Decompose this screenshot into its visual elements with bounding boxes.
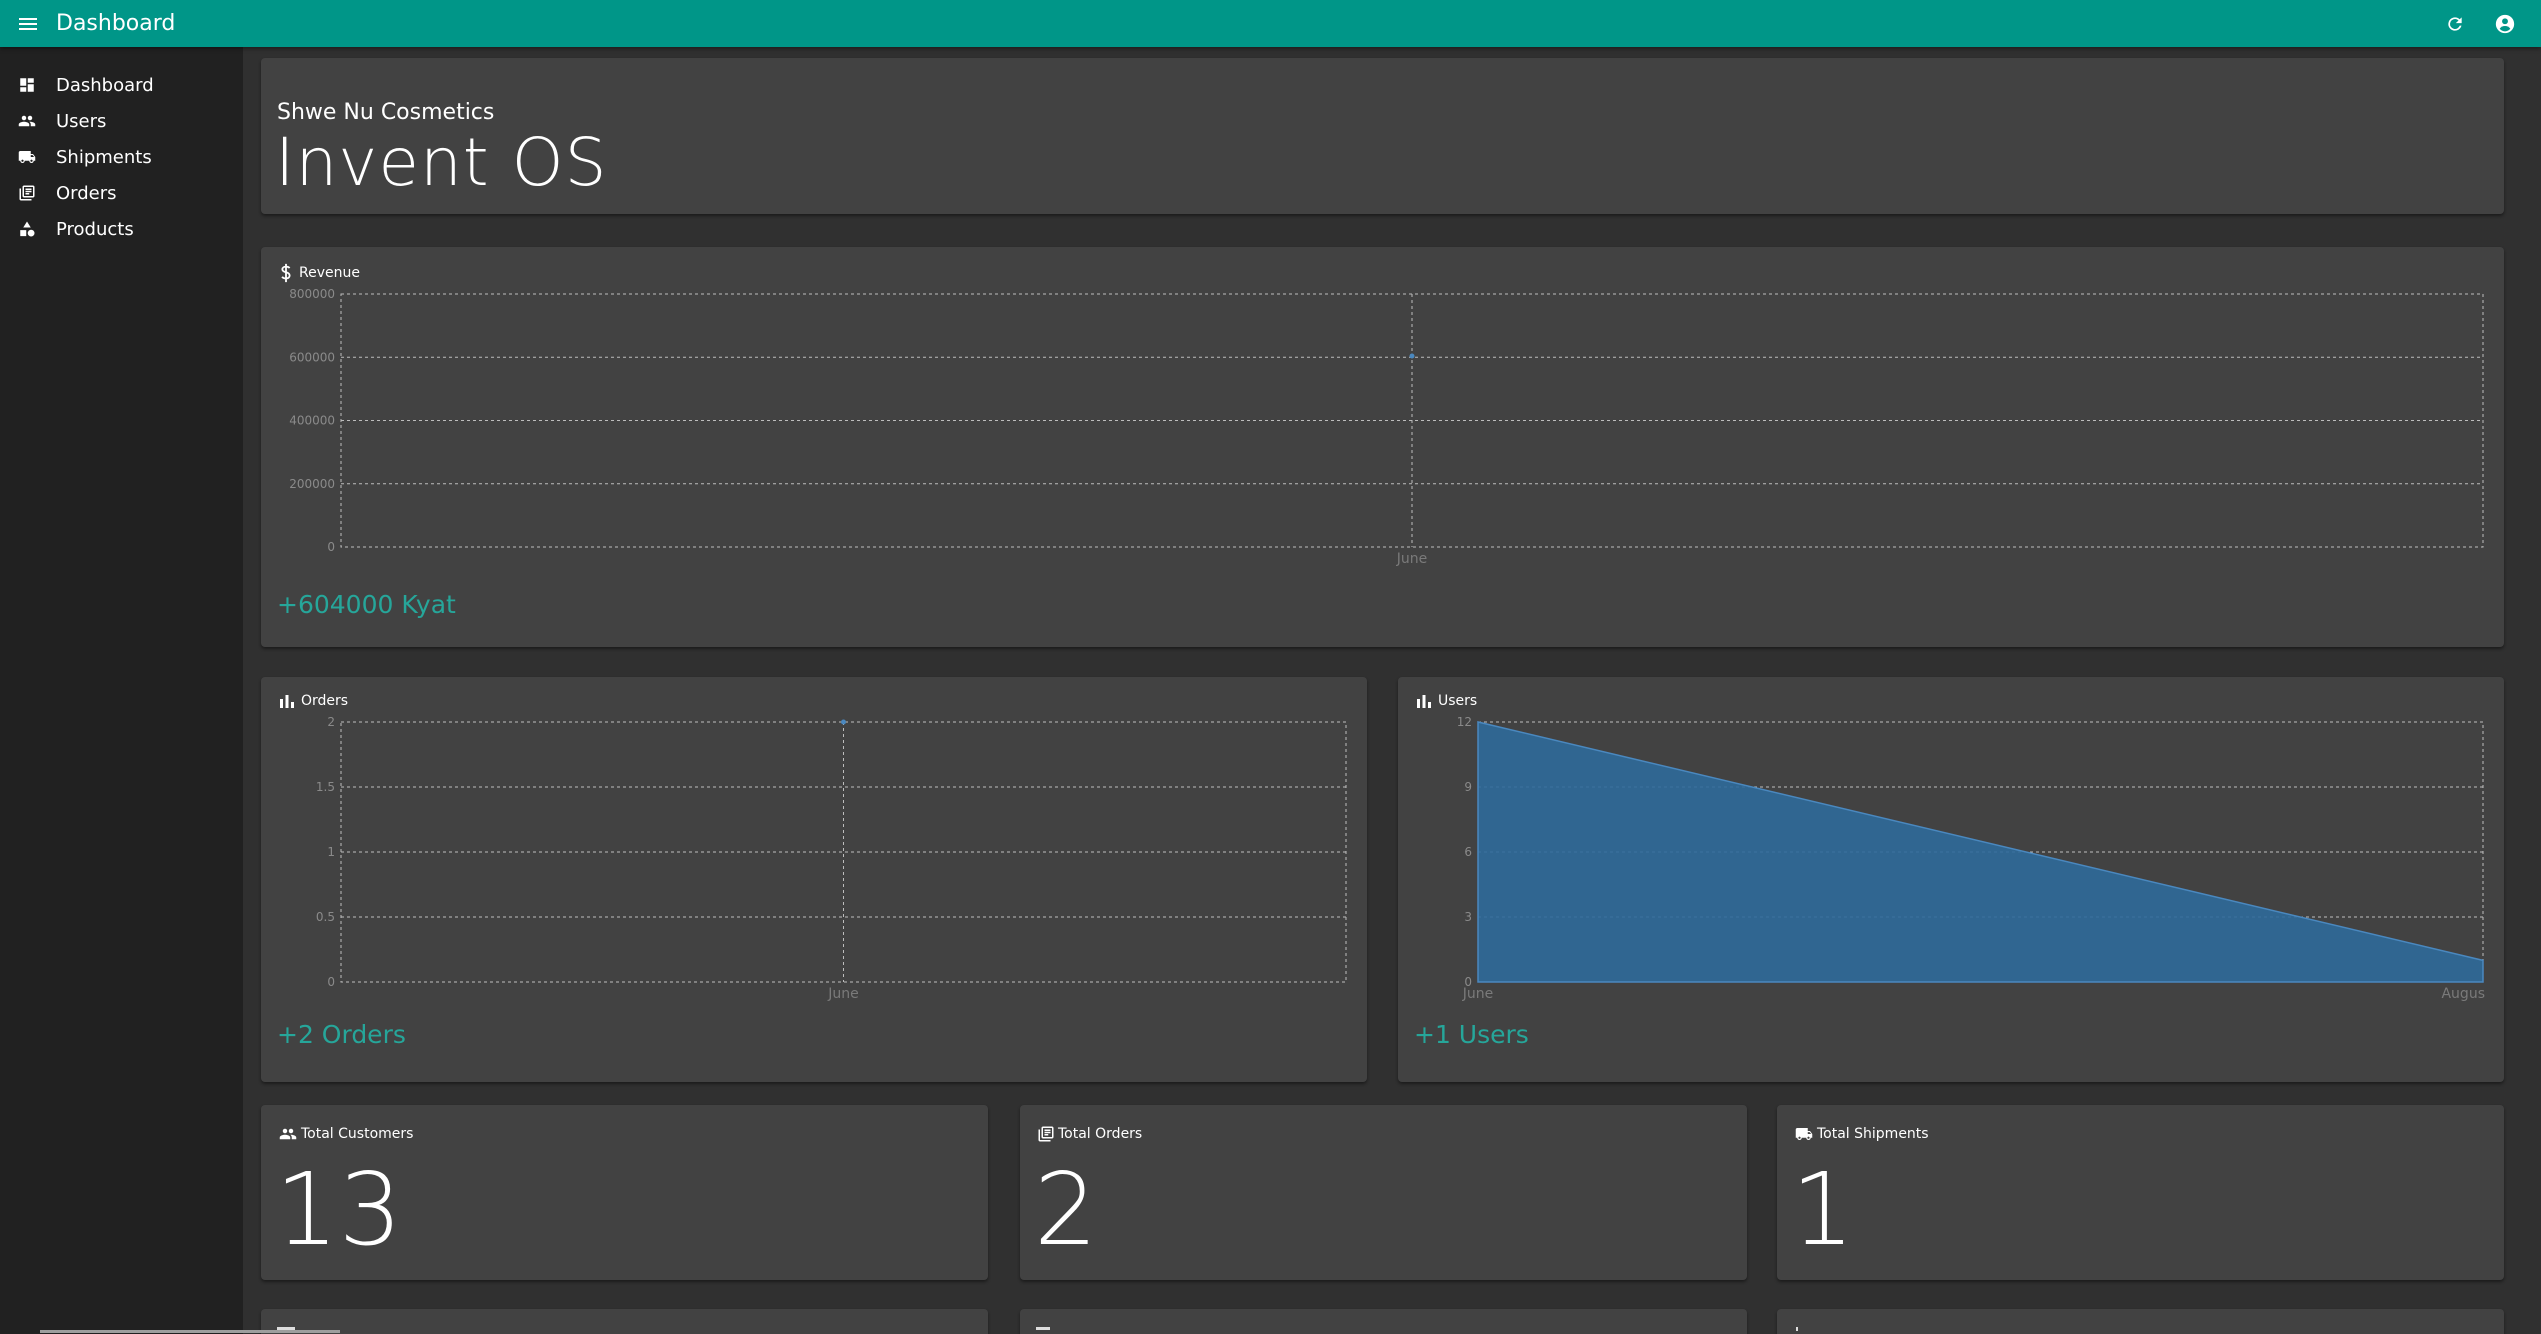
orders-chart-card: Orders 2 1.5 1 0.5 0 June +2 Orders bbox=[261, 677, 1367, 1082]
stat-label: Total Customers bbox=[301, 1126, 414, 1142]
revenue-line-chart: 800000 600000 400000 200000 0 June bbox=[289, 287, 2484, 567]
y-tick-label: 3 bbox=[1464, 910, 1472, 924]
y-tick-label: 1 bbox=[327, 845, 335, 859]
dashboard-icon bbox=[16, 74, 38, 96]
header-card: Shwe Nu Cosmetics Invent OS bbox=[261, 58, 2504, 214]
users-icon bbox=[279, 1128, 297, 1140]
sidebar-item-dashboard[interactable]: Dashboard bbox=[0, 67, 243, 103]
y-tick-label: 12 bbox=[1457, 715, 1472, 729]
stat-value: 13 bbox=[275, 1151, 403, 1268]
library-icon bbox=[1038, 1126, 1054, 1142]
y-tick-label: 800000 bbox=[289, 287, 335, 301]
y-tick-label: 0 bbox=[327, 975, 335, 989]
users-summary: +1 Users bbox=[1414, 1020, 1529, 1049]
users-icon bbox=[16, 110, 38, 132]
y-tick-label: 0 bbox=[327, 540, 335, 554]
total-orders-card: Total Orders 2 bbox=[1020, 1105, 1747, 1280]
x-tick-label: June bbox=[827, 986, 859, 1002]
y-tick-label: 0.5 bbox=[316, 910, 335, 924]
partial-card bbox=[1777, 1309, 2504, 1334]
stat-value: 2 bbox=[1034, 1151, 1098, 1268]
orders-summary: +2 Orders bbox=[277, 1020, 406, 1049]
refresh-button[interactable] bbox=[2441, 10, 2469, 38]
stat-value: 1 bbox=[1791, 1151, 1855, 1268]
revenue-summary: +604000 Kyat bbox=[277, 590, 456, 619]
y-tick-label: 9 bbox=[1464, 780, 1472, 794]
top-app-bar: Dashboard bbox=[0, 0, 2541, 47]
sidebar-item-label: Shipments bbox=[56, 146, 152, 168]
y-tick-label: 400000 bbox=[289, 414, 335, 428]
stat-icon bbox=[1036, 1327, 1050, 1330]
company-name: Shwe Nu Cosmetics bbox=[277, 100, 495, 125]
app-title: Dashboard bbox=[56, 11, 176, 36]
stat-icon bbox=[1796, 1327, 1798, 1331]
stat-label: Total Orders bbox=[1058, 1126, 1143, 1142]
x-tick-label: Augus bbox=[2441, 986, 2485, 1002]
hamburger-icon bbox=[19, 17, 37, 30]
y-tick-label: 6 bbox=[1464, 845, 1472, 859]
stat-header: Total Shipments bbox=[1793, 1125, 1929, 1143]
truck-icon bbox=[16, 146, 38, 168]
sidebar-item-label: Dashboard bbox=[56, 74, 154, 96]
revenue-chart-card: Revenue 800000 600000 400000 200000 0 June +6… bbox=[261, 247, 2504, 647]
partial-card bbox=[261, 1309, 988, 1334]
total-customers-card: Total Customers 13 bbox=[261, 1105, 988, 1280]
users-area-chart: 129630June Augus bbox=[1457, 715, 2485, 1002]
menu-button[interactable] bbox=[16, 12, 40, 36]
stat-label: Total Shipments bbox=[1817, 1126, 1929, 1142]
partial-card bbox=[1020, 1309, 1747, 1334]
truck-icon bbox=[1795, 1128, 1813, 1140]
main-content: Shwe Nu Cosmetics Invent OS Revenue 8000… bbox=[243, 47, 2541, 1334]
total-shipments-card: Total Shipments 1 bbox=[1777, 1105, 2504, 1280]
orders-line-chart: 2 1.5 1 0.5 0 June bbox=[316, 715, 1347, 1002]
y-tick-label: 200000 bbox=[289, 477, 335, 491]
users-chart-card: Users 12 9 6 3 0 June Augus +1 Users bbox=[1398, 677, 2504, 1082]
sidebar: Dashboard Users Shipments Orders Product… bbox=[0, 47, 243, 1334]
library-icon bbox=[16, 182, 38, 204]
y-tick-label: 600000 bbox=[289, 350, 335, 364]
x-tick-label: June bbox=[1462, 986, 1494, 1002]
sidebar-item-label: Orders bbox=[56, 182, 117, 204]
data-point bbox=[841, 719, 846, 725]
refresh-icon bbox=[2448, 16, 2462, 31]
account-button[interactable] bbox=[2491, 10, 2519, 38]
sidebar-item-label: Products bbox=[56, 218, 134, 240]
sidebar-item-orders[interactable]: Orders bbox=[0, 175, 243, 211]
stat-header: Total Orders bbox=[1036, 1125, 1142, 1143]
horizontal-scrollbar[interactable] bbox=[40, 1330, 340, 1333]
data-point bbox=[1409, 353, 1415, 359]
sidebar-item-shipments[interactable]: Shipments bbox=[0, 139, 243, 175]
account-circle-icon bbox=[2495, 14, 2515, 33]
stat-header: Total Customers bbox=[277, 1125, 413, 1143]
page-title: Invent OS bbox=[275, 124, 608, 201]
shapes-icon bbox=[16, 218, 38, 240]
y-tick-label: 1.5 bbox=[316, 780, 335, 794]
y-tick-label: 2 bbox=[327, 715, 335, 729]
sidebar-item-users[interactable]: Users bbox=[0, 103, 243, 139]
x-tick-label: June bbox=[1396, 551, 1428, 567]
sidebar-item-label: Users bbox=[56, 110, 107, 132]
sidebar-item-products[interactable]: Products bbox=[0, 211, 243, 247]
